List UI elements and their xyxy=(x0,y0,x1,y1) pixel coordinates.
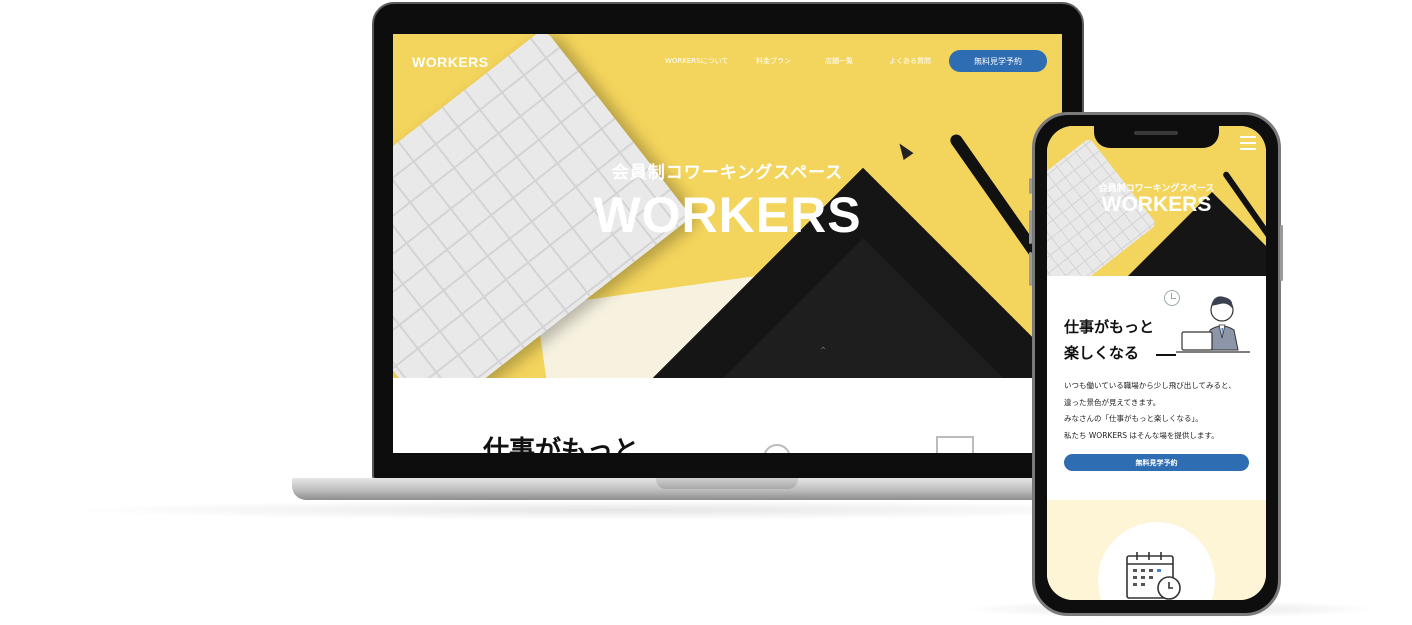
phone-speaker xyxy=(1134,131,1178,135)
nav-item-locations[interactable]: 店舗一覧 xyxy=(825,56,853,66)
menu-icon[interactable] xyxy=(1240,136,1256,150)
about-body-line: いつも働いている職場から少し飛び出してみると、 xyxy=(1064,381,1236,390)
site-logo[interactable]: WORKERS xyxy=(412,54,489,70)
laptop-screen: WORKERS WORKERSについて 料金プラン 店舗一覧 よくある質問 無料… xyxy=(393,34,1062,453)
laptop-notch xyxy=(656,478,798,489)
heading-divider xyxy=(1156,354,1176,356)
person-at-laptop-illustration xyxy=(1176,296,1250,353)
nav-item-faq[interactable]: よくある質問 xyxy=(889,56,931,66)
section-heading: 仕事がもっと xyxy=(483,436,640,453)
hero-title: WORKERS xyxy=(1101,193,1212,216)
about-heading-line1: 仕事がもっと xyxy=(1064,318,1155,336)
phone-feature-section xyxy=(1047,500,1266,600)
illustration-frame-icon xyxy=(936,436,974,453)
hero-title: WORKERS xyxy=(593,187,862,243)
phone-notch xyxy=(1094,124,1219,148)
phone-power-button xyxy=(1280,225,1283,281)
laptop-shadow xyxy=(60,500,1180,520)
phone-about-section: 仕事がもっと 楽しくなる いつも働いている職場から少し飛び出してみると、 違った… xyxy=(1047,276,1266,500)
phone-volume-down xyxy=(1029,252,1032,286)
calendar-icon xyxy=(1126,552,1181,600)
phone-screen: 会員制コワーキングスペース WORKERS 仕事がもっと 楽しくなる いつも働い… xyxy=(1047,126,1266,600)
nav-item-pricing[interactable]: 料金プラン xyxy=(756,56,791,66)
about-body-line: みなさんの「仕事がもっと楽しくなる」。 xyxy=(1064,414,1203,423)
about-heading-line2: 楽しくなる xyxy=(1064,344,1140,362)
laptop-content-section: 仕事がもっと xyxy=(393,378,1062,453)
about-body-line: 違った景色が見えてきます。 xyxy=(1064,397,1161,407)
clock-icon xyxy=(763,444,791,453)
about-heading: 仕事がもっと 楽しくなる xyxy=(1064,314,1154,366)
phone-mute-switch xyxy=(1029,178,1032,194)
about-body-line: 私たち WORKERS はそんな場を提供します。 xyxy=(1064,430,1219,440)
laptop-hero: WORKERS WORKERSについて 料金プラン 店舗一覧 よくある質問 無料… xyxy=(393,34,1062,378)
hero-subtitle: 会員制コワーキングスペース xyxy=(611,163,844,183)
phone-volume-up xyxy=(1029,210,1032,244)
stylus-tip-image xyxy=(894,140,914,160)
about-body: いつも働いている職場から少し飛び出してみると、 違った景色が見えてきます。 みな… xyxy=(1064,378,1264,444)
free-tour-button[interactable]: 無料見学予約 xyxy=(1064,454,1249,471)
phone-hero: 会員制コワーキングスペース WORKERS xyxy=(1047,126,1266,276)
scroll-arrow-icon[interactable]: ⌃ xyxy=(819,346,827,357)
nav-item-about[interactable]: WORKERSについて xyxy=(665,56,728,66)
free-tour-button[interactable]: 無料見学予約 xyxy=(949,50,1047,72)
